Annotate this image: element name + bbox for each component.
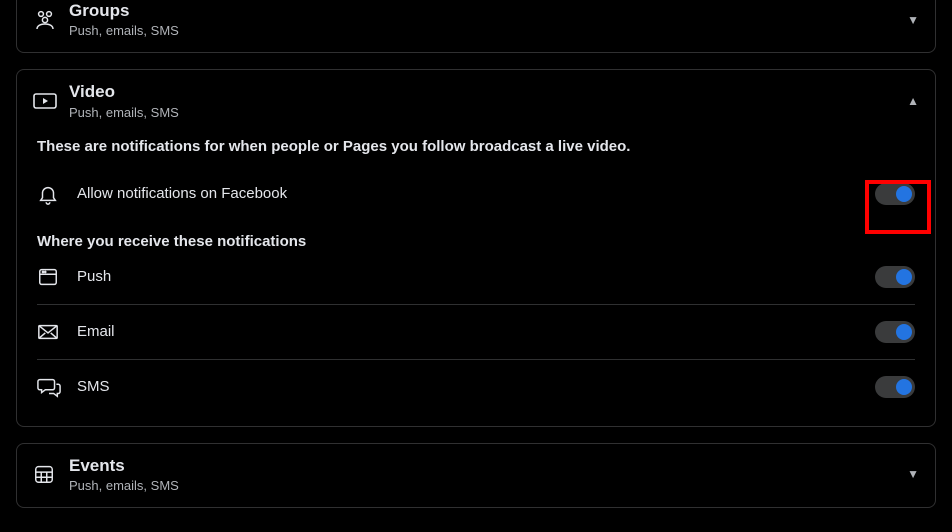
chevron-down-icon: ▼ xyxy=(907,13,919,27)
section-groups: Groups Push, emails, SMS ▼ xyxy=(16,0,936,53)
section-events-subtitle: Push, emails, SMS xyxy=(69,478,907,493)
section-events: Events Push, emails, SMS ▼ xyxy=(16,443,936,508)
section-groups-title: Groups xyxy=(69,1,907,21)
channel-sms-row: SMS xyxy=(37,366,915,408)
chevron-down-icon: ▼ xyxy=(907,467,919,481)
chevron-up-icon: ▲ xyxy=(907,94,919,108)
section-groups-subtitle: Push, emails, SMS xyxy=(69,23,907,38)
divider xyxy=(37,304,915,305)
allow-notifications-toggle[interactable] xyxy=(875,183,915,205)
section-video-title: Video xyxy=(69,82,907,102)
channel-push-label: Push xyxy=(77,268,875,285)
section-events-header[interactable]: Events Push, emails, SMS ▼ xyxy=(17,444,935,507)
channel-sms-toggle[interactable] xyxy=(875,376,915,398)
calendar-icon xyxy=(33,463,69,485)
channel-push-row: Push xyxy=(37,256,915,298)
channel-email-toggle[interactable] xyxy=(875,321,915,343)
bell-icon xyxy=(37,183,77,205)
divider xyxy=(37,359,915,360)
section-events-title: Events xyxy=(69,456,907,476)
groups-icon xyxy=(33,10,69,30)
browser-icon xyxy=(37,266,77,288)
allow-notifications-row: Allow notifications on Facebook xyxy=(37,173,915,215)
channel-sms-label: SMS xyxy=(77,378,875,395)
channel-push-toggle[interactable] xyxy=(875,266,915,288)
channel-email-row: Email xyxy=(37,311,915,353)
allow-notifications-label: Allow notifications on Facebook xyxy=(77,185,875,202)
video-description: These are notifications for when people … xyxy=(37,138,915,155)
section-video-subtitle: Push, emails, SMS xyxy=(69,105,907,120)
video-icon xyxy=(33,91,69,111)
section-groups-header[interactable]: Groups Push, emails, SMS ▼ xyxy=(17,0,935,52)
sms-icon xyxy=(37,376,77,398)
section-video: Video Push, emails, SMS ▲ These are noti… xyxy=(16,69,936,426)
channel-email-label: Email xyxy=(77,323,875,340)
where-heading: Where you receive these notifications xyxy=(37,233,915,250)
email-icon xyxy=(37,323,77,341)
section-video-header[interactable]: Video Push, emails, SMS ▲ xyxy=(17,70,935,133)
